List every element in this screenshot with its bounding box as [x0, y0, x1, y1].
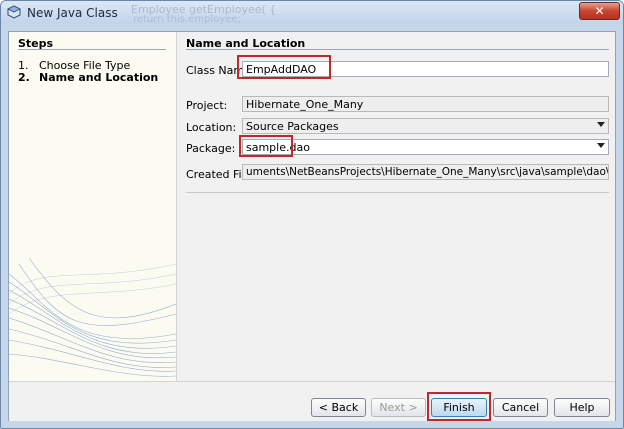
dialog-content: Steps 1. Choose File Type 2. Name and Loca…	[8, 31, 616, 421]
panel-divider	[186, 49, 609, 50]
back-button[interactable]: < Back	[311, 398, 366, 417]
close-icon: ✕	[594, 4, 605, 18]
project-label: Project:	[186, 99, 228, 112]
background-code-ghost-2: return this.employee;	[133, 14, 241, 25]
close-button[interactable]: ✕	[579, 2, 620, 20]
name-and-location-panel: Name and Location Class Name: EmpAddDAO …	[177, 32, 615, 381]
panel-separator	[186, 192, 609, 193]
package-label: Package:	[186, 142, 236, 155]
location-combo[interactable]: Source Packages	[242, 118, 609, 134]
class-name-highlight	[237, 55, 331, 79]
dropdown-arrow-icon[interactable]	[597, 143, 605, 148]
package-combo[interactable]: sample.dao	[242, 139, 609, 155]
button-bar: < Back Next > Finish Cancel Help	[9, 381, 615, 421]
project-field: Hibernate_One_Many	[242, 96, 609, 112]
package-highlight	[239, 135, 293, 157]
created-file-field: uments\NetBeansProjects\Hibernate_One_Ma…	[242, 164, 609, 180]
dropdown-arrow-icon[interactable]	[597, 122, 605, 127]
netbeans-icon	[7, 5, 21, 19]
steps-divider	[18, 49, 166, 50]
cancel-button[interactable]: Cancel	[493, 398, 548, 417]
location-label: Location:	[186, 121, 237, 134]
new-java-class-dialog: New Java Class Employee getEmployee( { r…	[0, 0, 624, 429]
step-label: Name and Location	[39, 71, 159, 84]
created-file-value: uments\NetBeansProjects\Hibernate_One_Ma…	[246, 166, 608, 178]
step-number: 2.	[18, 71, 30, 84]
title-bar[interactable]: New Java Class Employee getEmployee( { r…	[1, 1, 623, 25]
decorative-wave-graphic	[9, 257, 176, 377]
steps-panel: Steps 1. Choose File Type 2. Name and Loca…	[9, 32, 177, 381]
next-button[interactable]: Next >	[371, 398, 426, 417]
project-value: Hibernate_One_Many	[246, 98, 364, 111]
finish-highlight	[427, 392, 491, 421]
window-title: New Java Class	[27, 6, 118, 20]
step-name-and-location: 2. Name and Location	[18, 71, 158, 84]
help-button[interactable]: Help	[554, 398, 610, 417]
location-value: Source Packages	[246, 120, 339, 133]
